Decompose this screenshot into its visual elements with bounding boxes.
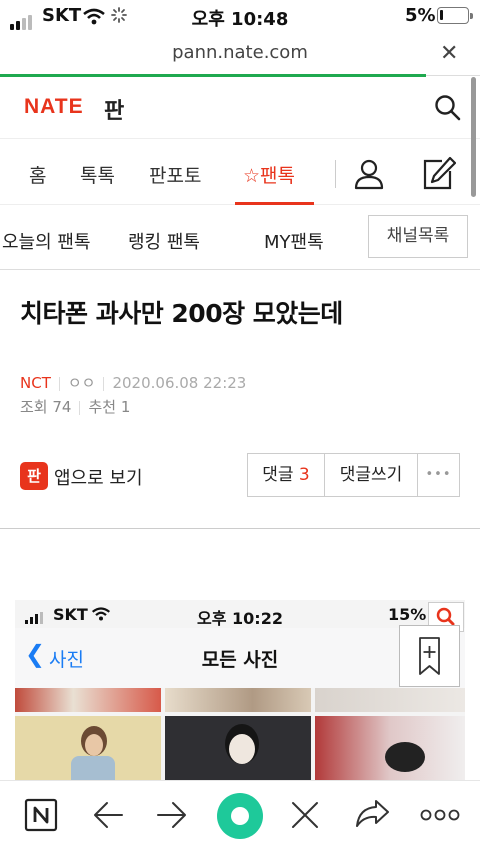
site-header: NATE 판 xyxy=(0,77,480,139)
photo-thumbnail xyxy=(15,688,161,712)
battery-icon xyxy=(437,7,473,24)
user-icon[interactable] xyxy=(354,158,384,190)
photo-thumbnail xyxy=(15,716,161,780)
url-text[interactable]: pann.nate.com xyxy=(0,42,480,63)
bookmark-button[interactable] xyxy=(399,625,460,687)
nate-home-icon[interactable] xyxy=(24,798,58,832)
more-options-button[interactable]: ••• xyxy=(418,454,459,496)
close-icon[interactable]: ✕ xyxy=(440,41,458,66)
pann-app-icon[interactable]: 판 xyxy=(20,462,48,490)
embedded-title: 모든 사진 xyxy=(201,649,279,671)
comments-label: 댓글 xyxy=(262,465,294,485)
active-tab-indicator xyxy=(235,202,314,205)
subnav-my[interactable]: MY팬톡 xyxy=(264,228,324,254)
pann-logo[interactable]: 판 xyxy=(104,93,124,125)
comments-button[interactable]: 댓글 3 xyxy=(248,454,324,496)
search-icon[interactable] xyxy=(434,94,462,122)
browser-toolbar xyxy=(0,780,480,852)
center-action-icon[interactable] xyxy=(215,791,265,841)
article-meta: NCT ㅇㅇ 2020.06.08 22:23 xyxy=(20,372,246,393)
nate-logo[interactable]: NATE xyxy=(24,95,84,119)
back-arrow-icon[interactable] xyxy=(92,800,124,830)
tab-panphoto[interactable]: 판포토 xyxy=(149,161,201,188)
status-bar: SKT 오후 10:48 5% xyxy=(0,0,480,32)
article-title: 치타폰 과사만 200장 모았는데 xyxy=(20,299,343,328)
tab-home[interactable]: 홈 xyxy=(29,161,46,188)
view-count: 조회 74 xyxy=(20,398,72,416)
photo-thumbnail xyxy=(165,688,311,712)
post-image: SKT 오후 10:22 15% ❮ 사진 모든 사진 xyxy=(15,600,465,780)
embedded-photos-nav: ❮ 사진 모든 사진 xyxy=(15,628,465,688)
channel-list-button[interactable]: 채널목록 xyxy=(368,215,468,258)
sub-nav: 오늘의 팬톡 랭킹 팬톡 MY팬톡 채널목록 xyxy=(0,206,480,270)
tab-toktok[interactable]: 톡톡 xyxy=(80,161,115,188)
photo-thumbnail xyxy=(315,688,465,712)
more-menu-icon[interactable] xyxy=(420,808,460,822)
embedded-status-bar: SKT 오후 10:22 15% xyxy=(15,600,465,628)
author-name: ㅇㅇ xyxy=(67,374,96,392)
close-tab-icon[interactable] xyxy=(290,800,320,830)
open-in-app-link[interactable]: 앱으로 보기 xyxy=(54,464,143,490)
subnav-ranking[interactable]: 랭킹 팬톡 xyxy=(128,228,200,254)
bookmark-add-icon xyxy=(419,637,440,675)
share-icon[interactable] xyxy=(354,798,390,830)
forward-arrow-icon[interactable] xyxy=(156,800,188,830)
url-bar: pann.nate.com ✕ xyxy=(0,32,480,76)
progress-track xyxy=(426,75,480,76)
nav-divider xyxy=(335,160,336,188)
photo-thumbnail xyxy=(165,716,311,780)
write-comment-button[interactable]: 댓글쓰기 xyxy=(325,454,417,496)
article-stats: 조회 74 추천 1 xyxy=(20,396,130,417)
embedded-battery: 15% xyxy=(388,605,427,624)
comment-button-group: 댓글 3 댓글쓰기 ••• xyxy=(247,453,460,497)
subnav-today[interactable]: 오늘의 팬톡 xyxy=(2,228,91,254)
divider xyxy=(0,528,480,529)
recommend-count: 추천 1 xyxy=(88,398,131,416)
comments-count: 3 xyxy=(298,465,310,485)
battery-percent: 5% xyxy=(405,5,436,26)
write-icon[interactable] xyxy=(420,156,456,192)
main-nav: 홈 톡톡 판포토 ☆팬톡 xyxy=(0,139,480,205)
post-date: 2020.06.08 22:23 xyxy=(112,374,247,392)
photo-thumbnail xyxy=(315,716,465,780)
category-link[interactable]: NCT xyxy=(20,374,51,392)
tab-fantok[interactable]: ☆팬톡 xyxy=(243,161,295,188)
